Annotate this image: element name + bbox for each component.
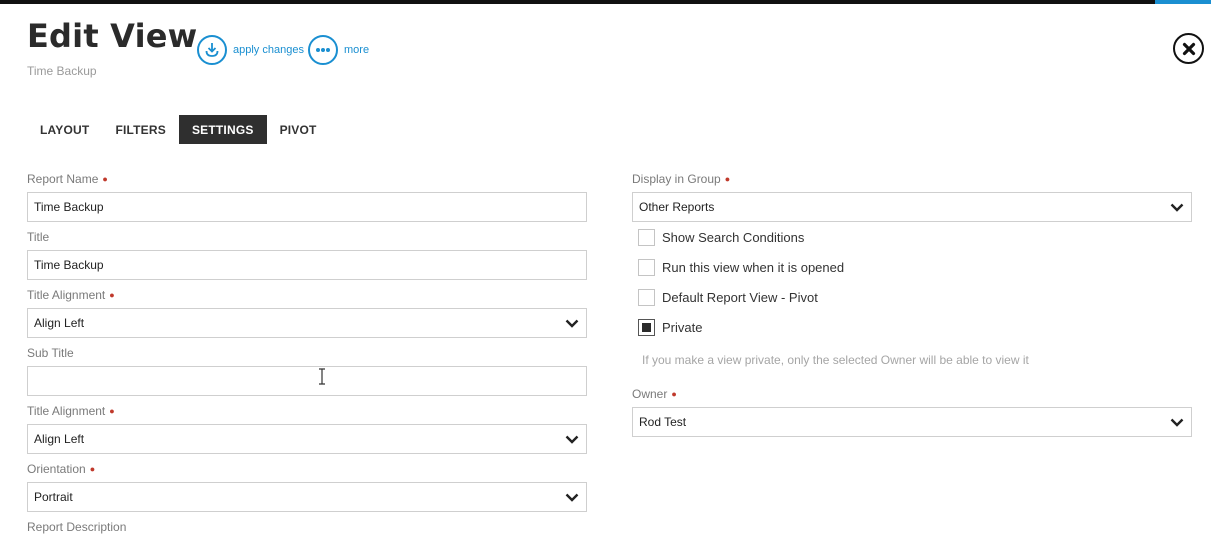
title-input[interactable]: Time Backup: [27, 250, 587, 280]
sub-title-alignment-value: Align Left: [34, 432, 85, 446]
download-icon: [197, 35, 227, 65]
chevron-down-icon: [564, 491, 580, 503]
close-icon: [1182, 42, 1195, 55]
chevron-down-icon: [1169, 201, 1185, 213]
required-marker: ●: [102, 174, 108, 184]
text-cursor-icon: [319, 368, 325, 385]
display-in-group-select[interactable]: Other Reports: [632, 192, 1192, 222]
ellipsis-icon: [308, 35, 338, 65]
private-hint: If you make a view private, only the sel…: [642, 353, 1029, 367]
top-bar-accent: [1155, 0, 1211, 4]
orientation-select[interactable]: Portrait: [27, 482, 587, 512]
sub-title-alignment-select[interactable]: Align Left: [27, 424, 587, 454]
chevron-down-icon: [564, 433, 580, 445]
default-pivot-view-label: Default Report View - Pivot: [662, 290, 818, 305]
required-marker: ●: [109, 290, 115, 300]
checkbox-box-checked[interactable]: [638, 319, 655, 336]
more-button[interactable]: more: [308, 35, 369, 65]
report-description-label: Report Description: [27, 520, 127, 534]
private-label: Private: [662, 320, 703, 335]
apply-changes-button[interactable]: apply changes: [197, 35, 304, 65]
chevron-down-icon: [564, 317, 580, 329]
apply-changes-label: apply changes: [233, 44, 304, 56]
report-name-label: Report Name ●: [27, 172, 108, 186]
required-marker: ●: [89, 464, 96, 474]
title-alignment-value: Align Left: [34, 316, 85, 330]
top-bar: [0, 0, 1211, 4]
required-marker: ●: [671, 389, 677, 399]
page-title: Edit View: [27, 17, 198, 55]
page-subtitle: Time Backup: [27, 64, 97, 78]
more-label: more: [344, 44, 370, 56]
display-in-group-label: Display in Group ●: [632, 172, 731, 186]
tab-layout[interactable]: LAYOUT: [27, 115, 102, 144]
owner-value: Rod Test: [639, 415, 687, 429]
checkbox-box[interactable]: [638, 289, 655, 306]
orientation-value: Portrait: [34, 490, 73, 504]
title-alignment-label: Title Alignment ●: [27, 288, 115, 302]
run-on-open-label: Run this view when it is opened: [662, 260, 845, 275]
report-name-input[interactable]: Time Backup: [27, 192, 587, 222]
default-pivot-view-checkbox[interactable]: Default Report View - Pivot: [638, 289, 818, 306]
orientation-label: Orientation ●: [27, 462, 96, 476]
tab-settings[interactable]: SETTINGS: [178, 115, 267, 144]
chevron-down-icon: [1169, 416, 1185, 428]
sub-title-input[interactable]: [27, 366, 587, 396]
show-search-conditions-label: Show Search Conditions: [662, 230, 805, 245]
close-button[interactable]: [1173, 33, 1204, 64]
private-checkbox[interactable]: Private: [638, 319, 702, 336]
check-mark-icon: [642, 323, 651, 332]
display-in-group-value: Other Reports: [639, 200, 715, 214]
sub-title-alignment-label: Title Alignment ●: [27, 404, 115, 418]
title-label: Title: [27, 230, 50, 244]
owner-label: Owner ●: [632, 387, 677, 401]
run-on-open-checkbox[interactable]: Run this view when it is opened: [638, 259, 844, 276]
required-marker: ●: [724, 174, 731, 184]
sub-title-label: Sub Title: [27, 346, 74, 360]
required-marker: ●: [109, 406, 115, 416]
tab-bar: LAYOUT FILTERS SETTINGS PIVOT: [27, 115, 330, 144]
checkbox-box[interactable]: [638, 259, 655, 276]
tab-filters[interactable]: FILTERS: [102, 115, 179, 144]
tab-pivot[interactable]: PIVOT: [267, 115, 330, 144]
show-search-conditions-checkbox[interactable]: Show Search Conditions: [638, 229, 804, 246]
title-alignment-select[interactable]: Align Left: [27, 308, 587, 338]
owner-select[interactable]: Rod Test: [632, 407, 1192, 437]
checkbox-box[interactable]: [638, 229, 655, 246]
